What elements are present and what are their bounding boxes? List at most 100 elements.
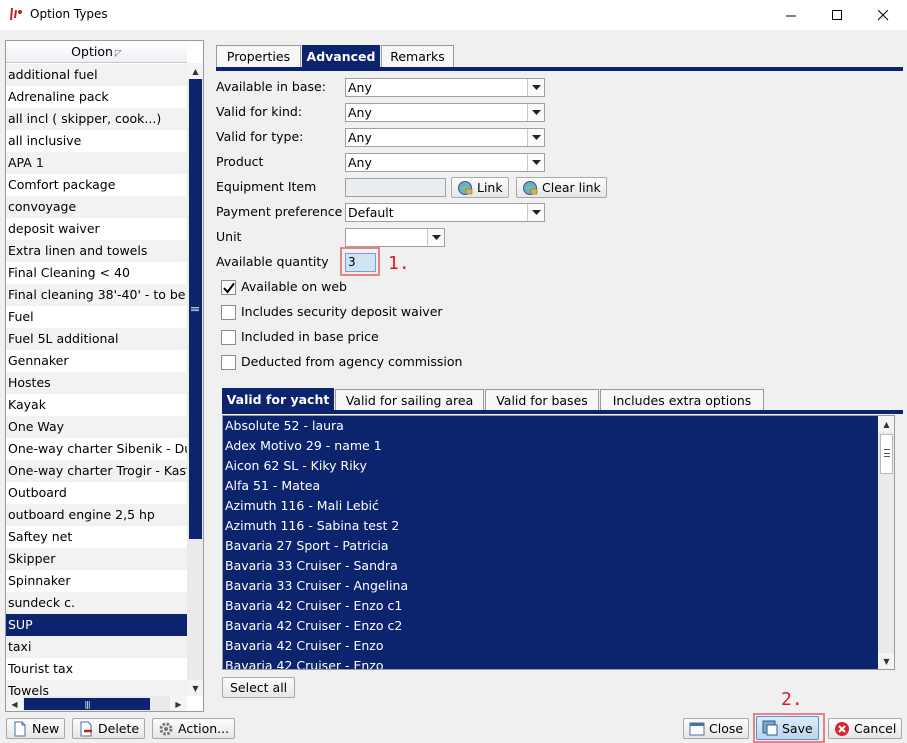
option-list-horizontal-scrollbar[interactable]: ◀ ||| ▶ xyxy=(6,696,187,711)
chevron-down-icon[interactable] xyxy=(527,104,544,121)
window-title: Option Types xyxy=(30,7,108,21)
available-on-web-checkbox[interactable] xyxy=(221,280,236,295)
yacht-list-scroll-thumb[interactable] xyxy=(880,434,893,474)
option-list-item[interactable]: One Way xyxy=(6,416,187,438)
option-list-vertical-scrollbar[interactable]: ▲ ||| ▼ xyxy=(187,63,203,696)
option-list-item[interactable]: Outboard xyxy=(6,482,187,504)
delete-button[interactable]: Delete xyxy=(72,718,146,739)
option-list-item[interactable]: Fuel 5L additional xyxy=(6,328,187,350)
available-in-base-select[interactable]: Any xyxy=(345,78,545,97)
deducted-agency-commission-checkbox[interactable] xyxy=(221,355,236,370)
payment-preference-select[interactable]: Default xyxy=(345,203,545,222)
yacht-list-item[interactable]: Absolute 52 - laura xyxy=(223,416,878,436)
chevron-down-icon[interactable] xyxy=(427,229,444,246)
yacht-list-item[interactable]: Azimuth 116 - Mali Lebić xyxy=(223,496,878,516)
tab-remarks[interactable]: Remarks xyxy=(381,45,454,67)
option-list-item[interactable]: outboard engine 2,5 hp xyxy=(6,504,187,526)
option-list-item[interactable]: Spinnaker xyxy=(6,570,187,592)
payment-preference-label: Payment preference xyxy=(216,204,343,219)
sort-icon: ◸ xyxy=(114,49,122,59)
option-list-item[interactable]: additional fuel xyxy=(6,64,187,86)
maximize-icon xyxy=(831,9,842,20)
clear-link-button[interactable]: Clear link xyxy=(516,177,607,198)
scroll-up-icon[interactable]: ▲ xyxy=(878,416,894,432)
option-list-item[interactable]: One-way charter Sibenik - Dubr... xyxy=(6,438,187,460)
option-list-item[interactable]: all inclusive xyxy=(6,130,187,152)
tab-valid-for-bases[interactable]: Valid for bases xyxy=(485,389,599,411)
minimize-button[interactable] xyxy=(768,0,814,30)
yacht-list-scrollbar[interactable]: ▲ ▼ xyxy=(878,416,894,669)
valid-for-kind-select[interactable]: Any xyxy=(345,103,545,122)
included-in-base-price-label: Included in base price xyxy=(241,329,379,344)
option-list-item[interactable]: Extra linen and towels xyxy=(6,240,187,262)
scroll-down-icon[interactable]: ▼ xyxy=(187,680,203,696)
save-button[interactable]: Save xyxy=(756,716,819,740)
included-in-base-price-checkbox[interactable] xyxy=(221,330,236,345)
option-list-item[interactable]: convoyage xyxy=(6,196,187,218)
option-list-item[interactable]: Fuel xyxy=(6,306,187,328)
security-deposit-waiver-checkbox[interactable] xyxy=(221,305,236,320)
chevron-down-icon[interactable] xyxy=(527,79,544,96)
option-list-item[interactable]: Comfort package xyxy=(6,174,187,196)
tab-advanced[interactable]: Advanced xyxy=(302,45,380,67)
option-list-item[interactable]: Tourist tax xyxy=(6,658,187,680)
yacht-list-item[interactable]: Bavaria 33 Cruiser - Angelina xyxy=(223,576,878,596)
scroll-left-icon[interactable]: ◀ xyxy=(6,696,23,711)
option-list-item[interactable]: APA 1 xyxy=(6,152,187,174)
option-list-item[interactable]: deposit waiver xyxy=(6,218,187,240)
option-list-item[interactable]: Final Cleaning < 40 xyxy=(6,262,187,284)
option-list-item[interactable]: SUP xyxy=(6,614,187,636)
cancel-icon xyxy=(835,721,849,736)
yacht-list-item[interactable]: Bavaria 42 Cruiser - Enzo c2 xyxy=(223,616,878,636)
option-list-item[interactable]: sundeck c. xyxy=(6,592,187,614)
yacht-list-item[interactable]: Bavaria 42 Cruiser - Enzo c1 xyxy=(223,596,878,616)
chevron-down-icon[interactable] xyxy=(527,204,544,221)
yacht-list-item[interactable]: Azimuth 116 - Sabina test 2 xyxy=(223,516,878,536)
option-list-item[interactable]: Hostes xyxy=(6,372,187,394)
close-button[interactable]: Close xyxy=(683,718,750,739)
security-deposit-waiver-label: Includes security deposit waiver xyxy=(241,304,443,319)
available-quantity-input[interactable]: 3 xyxy=(345,253,376,272)
action-button[interactable]: Action... xyxy=(152,718,236,739)
available-on-web-label: Available on web xyxy=(241,279,347,294)
option-list-item[interactable]: One-way charter Trogir - Kastela xyxy=(6,460,187,482)
yacht-list-item[interactable]: Adex Motivo 29 - name 1 xyxy=(223,436,878,456)
option-list-scroll-thumb[interactable]: ||| xyxy=(189,79,202,539)
yacht-list-item[interactable]: Bavaria 33 Cruiser - Sandra xyxy=(223,556,878,576)
yacht-list-item[interactable]: Bavaria 27 Sport - Patricia xyxy=(223,536,878,556)
yacht-list-item[interactable]: Bavaria 42 Cruiser - Enzo xyxy=(223,656,878,669)
option-list-item[interactable]: Adrenaline pack xyxy=(6,86,187,108)
option-list-item[interactable]: Saftey net xyxy=(6,526,187,548)
new-button[interactable]: New xyxy=(6,718,66,739)
save-icon xyxy=(762,720,778,736)
option-list-hscroll-thumb[interactable]: ||| xyxy=(24,698,150,710)
option-column-header[interactable]: Option ◸ xyxy=(6,41,187,63)
scroll-down-icon[interactable]: ▼ xyxy=(878,653,894,669)
option-list-item[interactable]: Kayak xyxy=(6,394,187,416)
close-window-button[interactable] xyxy=(860,0,906,30)
tab-valid-for-sailing-area[interactable]: Valid for sailing area xyxy=(335,389,484,411)
yacht-list-item[interactable]: Alfa 51 - Matea xyxy=(223,476,878,496)
tab-includes-extra-options[interactable]: Includes extra options xyxy=(600,389,764,411)
option-list-item[interactable]: taxi xyxy=(6,636,187,658)
yacht-list-item[interactable]: Aicon 62 SL - Kiky Riky xyxy=(223,456,878,476)
scroll-right-icon[interactable]: ▶ xyxy=(170,696,187,711)
title-bar: Option Types xyxy=(0,0,907,30)
cancel-button[interactable]: Cancel xyxy=(828,718,903,739)
unit-select[interactable] xyxy=(345,228,445,247)
select-all-button[interactable]: Select all xyxy=(222,677,296,698)
option-list-item[interactable]: Skipper xyxy=(6,548,187,570)
maximize-button[interactable] xyxy=(814,0,860,30)
scroll-up-icon[interactable]: ▲ xyxy=(187,63,203,79)
link-button[interactable]: Link xyxy=(451,177,509,198)
option-list-item[interactable]: Final cleaning 38'-40' - to be pai... xyxy=(6,284,187,306)
tab-properties[interactable]: Properties xyxy=(216,45,301,67)
option-list-item[interactable]: all incl ( skipper, cook...) xyxy=(6,108,187,130)
tab-valid-for-yacht[interactable]: Valid for yacht xyxy=(222,388,334,410)
chevron-down-icon[interactable] xyxy=(527,154,544,171)
chevron-down-icon[interactable] xyxy=(527,129,544,146)
product-select[interactable]: Any xyxy=(345,153,545,172)
valid-for-type-select[interactable]: Any xyxy=(345,128,545,147)
yacht-list-item[interactable]: Bavaria 42 Cruiser - Enzo xyxy=(223,636,878,656)
option-list-item[interactable]: Gennaker xyxy=(6,350,187,372)
